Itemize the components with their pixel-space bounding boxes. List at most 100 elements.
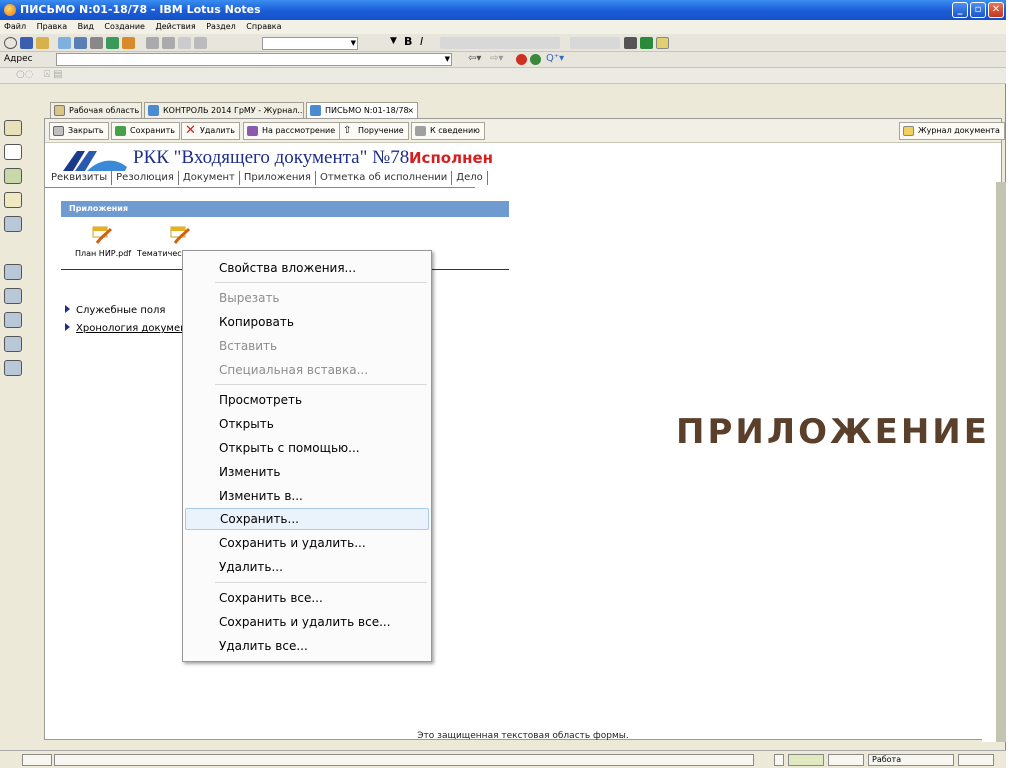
title-bar: ПИСЬМО N:01-18/78 - IBM Lotus Notes _ ▫ …	[0, 0, 1006, 20]
stop-icon[interactable]	[516, 54, 527, 65]
menu-edit[interactable]: Правка	[37, 22, 67, 31]
edit-icons[interactable]	[570, 37, 620, 49]
menu-item-save-and-delete-all[interactable]: Сохранить и удалить все...	[185, 611, 429, 633]
pdf-file-icon[interactable]	[91, 223, 113, 245]
back-icon[interactable]: ⇦▾	[468, 53, 481, 64]
menu-help[interactable]: Справка	[246, 22, 281, 31]
properties-icon[interactable]	[656, 37, 669, 49]
bold-button[interactable]: B	[404, 35, 412, 48]
menu-item-edit[interactable]: Изменить	[185, 461, 429, 483]
print-icon[interactable]	[90, 37, 103, 49]
menu-item-save-all[interactable]: Сохранить все...	[185, 587, 429, 609]
database-bookmark-icon[interactable]	[4, 360, 22, 376]
paste-icon[interactable]	[178, 37, 191, 49]
window-title: ПИСЬМО N:01-18/78 - IBM Lotus Notes	[20, 3, 261, 16]
reply-icon[interactable]	[74, 37, 87, 49]
italic-button[interactable]: I	[420, 35, 423, 48]
minimize-button[interactable]: _	[952, 2, 968, 18]
menu-item-save[interactable]: Сохранить...	[185, 508, 429, 530]
tab-execution-mark[interactable]: Отметка об исполнении	[316, 171, 453, 185]
font-combo[interactable]: ▼	[262, 37, 358, 50]
database-bookmark-icon[interactable]	[4, 264, 22, 280]
info-icon	[415, 126, 426, 136]
format-icons[interactable]	[440, 37, 560, 49]
address-input[interactable]: ▼	[56, 53, 452, 66]
tab-attachments[interactable]: Приложения	[239, 171, 316, 185]
close-button[interactable]: Закрыть	[49, 122, 109, 140]
save-toolbar-icon[interactable]	[20, 37, 33, 49]
menu-item-paste-special[interactable]: Специальная вставка...	[185, 359, 429, 381]
forward-icon[interactable]: ⇨▾	[490, 53, 503, 64]
lotus-app-icon	[4, 4, 16, 16]
home-icon[interactable]	[4, 37, 17, 49]
pdf-file-icon[interactable]	[169, 223, 191, 245]
menu-item-delete-all[interactable]: Удалить все...	[185, 635, 429, 657]
close-tab-icon[interactable]: ×	[407, 103, 414, 118]
tab-resolution[interactable]: Резолюция	[112, 171, 179, 185]
tab-requisites[interactable]: Реквизиты	[47, 171, 113, 185]
menu-actions[interactable]: Действия	[156, 22, 196, 31]
menu-item-save-and-delete[interactable]: Сохранить и удалить...	[185, 532, 429, 554]
menu-view[interactable]: Вид	[78, 22, 94, 31]
tab-case[interactable]: Дело	[452, 171, 488, 185]
info-button[interactable]: К сведению	[411, 122, 485, 140]
close-window-button[interactable]: ✕	[988, 2, 1004, 18]
recycle-icon[interactable]	[106, 37, 119, 49]
paste-special-icon[interactable]	[194, 37, 207, 49]
contacts-bookmark-icon[interactable]	[4, 168, 22, 184]
window-selector[interactable]	[958, 754, 994, 766]
copy-icon[interactable]	[162, 37, 175, 49]
section-chronology[interactable]: Хронология докумен	[65, 323, 187, 334]
calendar-bookmark-icon[interactable]	[4, 144, 22, 160]
tab-workspace[interactable]: Рабочая область	[50, 102, 142, 118]
save-button[interactable]: Сохранить	[111, 122, 180, 140]
menu-item-delete[interactable]: Удалить...	[185, 556, 429, 578]
menu-item-attachment-properties[interactable]: Свойства вложения...	[185, 257, 429, 279]
assign-button[interactable]: ⇧ Поручение	[339, 122, 409, 140]
menu-item-open-with[interactable]: Открыть с помощью...	[185, 437, 429, 459]
tab-letter[interactable]: ПИСЬМО N:01-18/78 ×	[306, 102, 418, 118]
search-icon[interactable]: Q⁺▾	[546, 53, 564, 64]
menu-file[interactable]: Файл	[4, 22, 26, 31]
mail-bookmark-icon[interactable]	[4, 120, 22, 136]
attachment-label[interactable]: Тематическ	[137, 249, 186, 258]
new-memo-icon[interactable]	[58, 37, 71, 49]
database-bookmark-icon[interactable]	[4, 288, 22, 304]
review-button[interactable]: На рассмотрение	[243, 122, 341, 140]
refresh-icon[interactable]	[530, 54, 541, 65]
section-service-fields[interactable]: Служебные поля	[65, 305, 165, 316]
database-bookmark-icon[interactable]	[4, 216, 22, 232]
menu-section[interactable]: Раздел	[206, 22, 236, 31]
menu-create[interactable]: Создание	[104, 22, 145, 31]
todo-bookmark-icon[interactable]	[4, 192, 22, 208]
database-bookmark-icon[interactable]	[4, 312, 22, 328]
slide-accent-bar	[996, 182, 1006, 742]
spellcheck-icon[interactable]	[640, 37, 653, 49]
maximize-button[interactable]: ▫	[970, 2, 986, 18]
document-icon	[310, 105, 321, 116]
tab-control-journal[interactable]: КОНТРОЛЬ 2014 ГрМУ - Журнал...	[144, 102, 304, 118]
layout-icon[interactable]: ⍓ ▤	[44, 69, 63, 80]
attachment-label[interactable]: План НИР.pdf	[75, 249, 131, 258]
online-status-icon[interactable]	[828, 754, 864, 766]
database-bookmark-icon[interactable]	[4, 336, 22, 352]
mail-status-icon[interactable]	[788, 754, 824, 766]
bookmark-sidebar	[0, 116, 44, 756]
journal-button[interactable]: Журнал документа	[899, 122, 1005, 140]
cut-icon[interactable]	[146, 37, 159, 49]
menu-item-cut[interactable]: Вырезать	[185, 287, 429, 309]
chevron-down-icon[interactable]: ▼	[390, 36, 397, 46]
menu-item-copy[interactable]: Копировать	[185, 311, 429, 333]
delete-button[interactable]: ✕ Удалить	[181, 122, 240, 140]
chat-icon[interactable]: ○◌	[16, 69, 33, 80]
binoculars-icon[interactable]	[624, 37, 637, 49]
menu-item-edit-in[interactable]: Изменить в...	[185, 485, 429, 507]
menu-item-view[interactable]: Просмотреть	[185, 389, 429, 411]
tab-document[interactable]: Документ	[179, 171, 240, 185]
users-icon[interactable]	[122, 37, 135, 49]
menu-item-open[interactable]: Открыть	[185, 413, 429, 435]
chevron-up-icon[interactable]	[774, 754, 784, 766]
location-selector[interactable]: Работа	[868, 754, 954, 766]
open-folder-icon[interactable]	[36, 37, 49, 49]
menu-item-paste[interactable]: Вставить	[185, 335, 429, 357]
